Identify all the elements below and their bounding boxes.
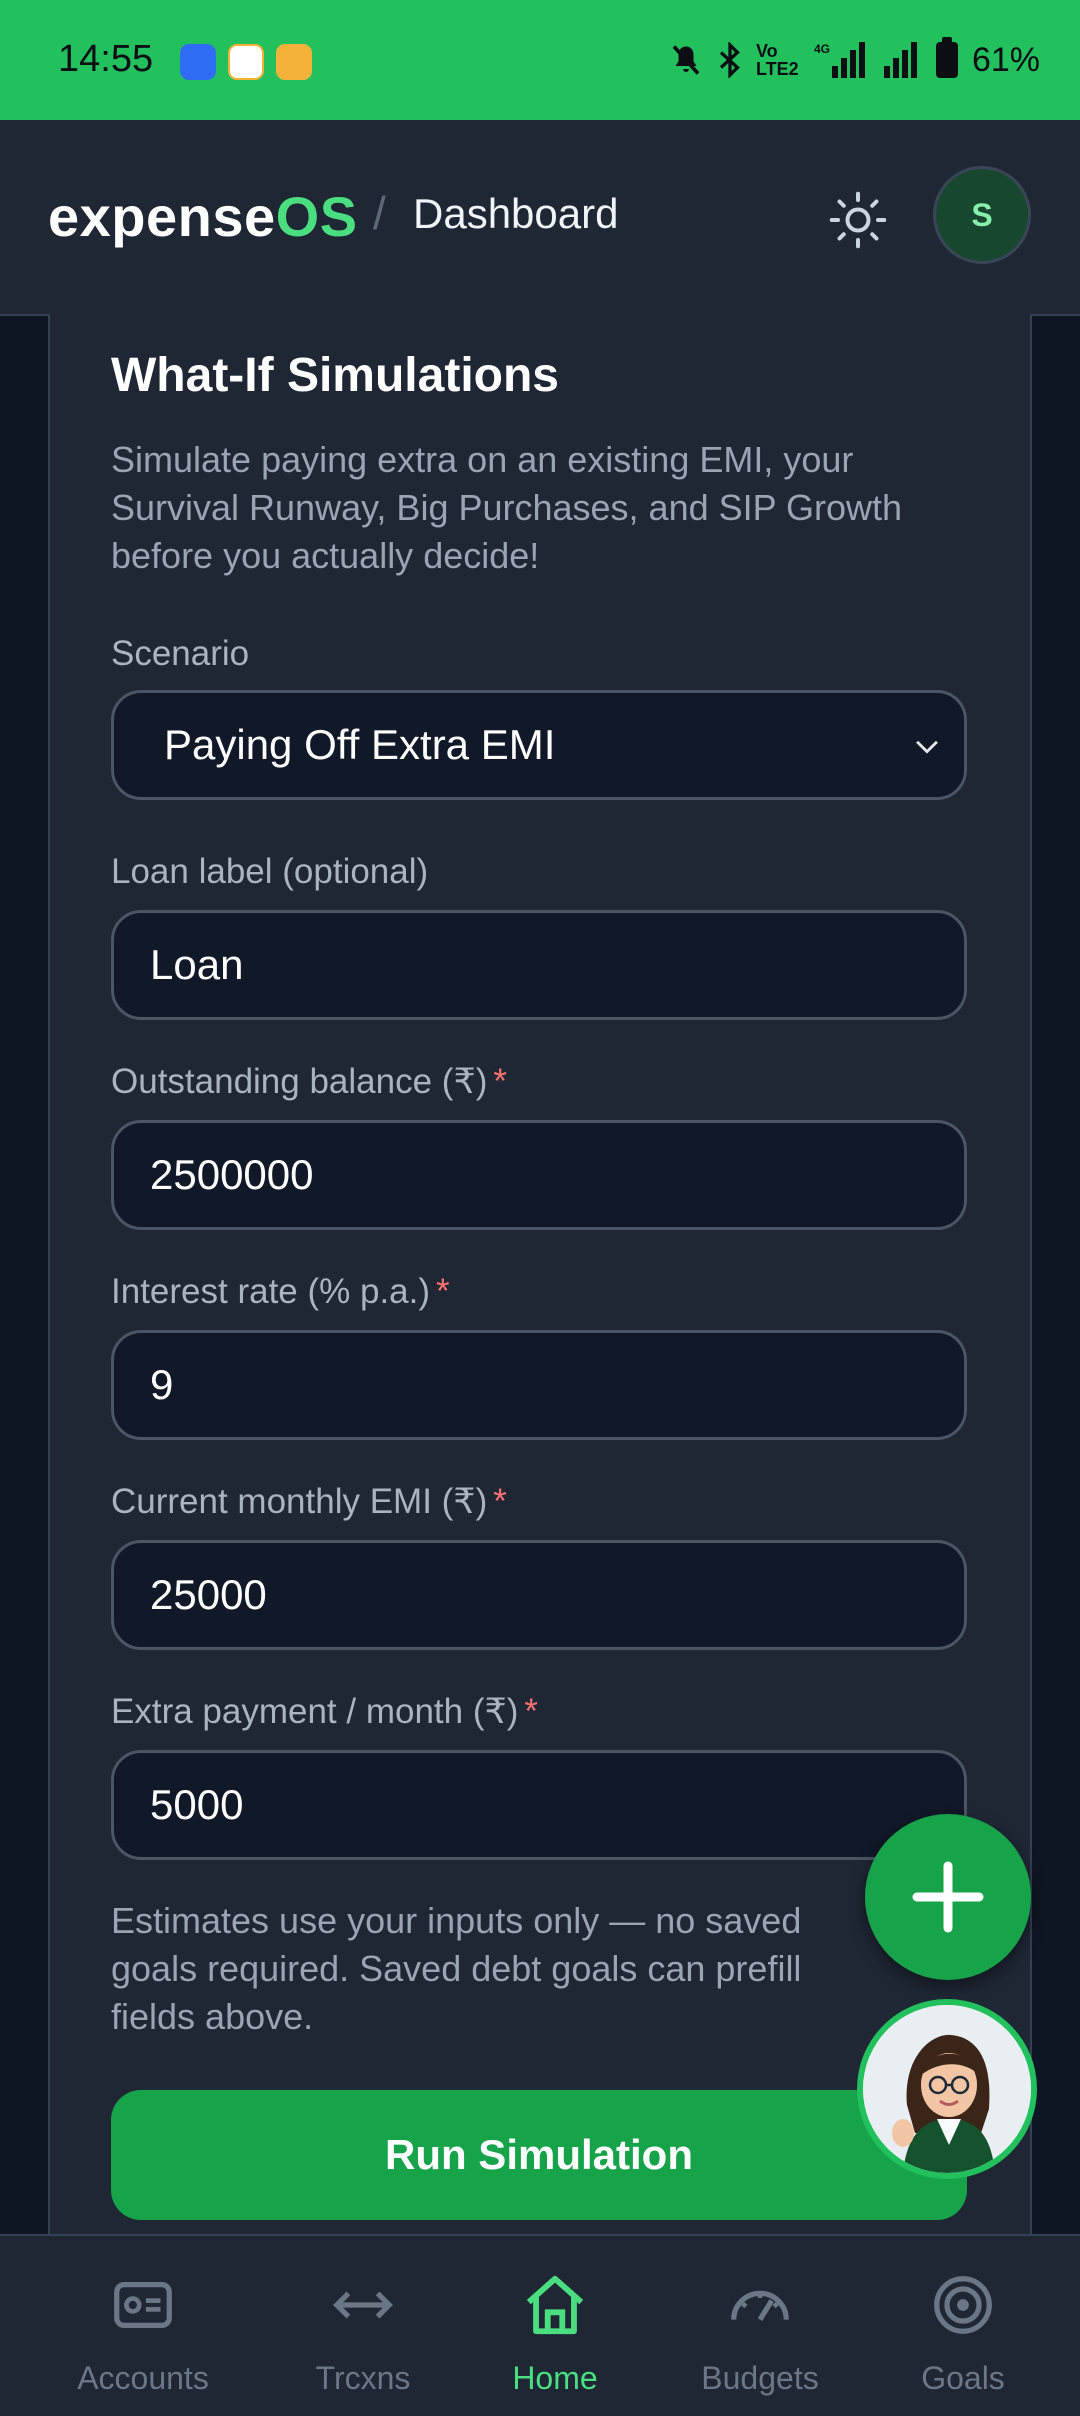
- loan-label-text: Loan label (optional): [111, 852, 429, 891]
- home-icon: [526, 2275, 584, 2335]
- rate-value: 9: [150, 1361, 174, 1408]
- nav-label: Home: [512, 2360, 598, 2396]
- battery-level: 61%: [971, 40, 1040, 79]
- balance-label-text: Outstanding balance (₹): [111, 1062, 488, 1101]
- assistant-avatar-icon: [863, 2005, 1031, 2173]
- add-button[interactable]: [865, 1814, 1031, 1980]
- scenario-label-text: Scenario: [111, 634, 250, 673]
- nav-budgets[interactable]: Budgets: [670, 2236, 850, 2416]
- app-header: expenseOS / Dashboard S: [0, 120, 1080, 316]
- balance-value: 2500000: [150, 1151, 314, 1198]
- breadcrumb-page: Dashboard: [413, 190, 619, 237]
- section-description: Simulate paying extra on an existing EMI…: [111, 439, 903, 576]
- user-avatar[interactable]: S: [933, 166, 1031, 264]
- loan-label-value: Loan: [150, 941, 244, 988]
- simulation-note: Estimates use your inputs only — no save…: [111, 1900, 802, 2037]
- nav-transactions[interactable]: Trcxns: [273, 2236, 453, 2416]
- section-title: What-If Simulations: [111, 349, 559, 402]
- gauge-icon: [731, 2290, 789, 2321]
- balance-input[interactable]: 2500000: [111, 1120, 967, 1230]
- breadcrumb-separator: /: [373, 187, 386, 239]
- nav-label: Budgets: [701, 2360, 819, 2396]
- run-simulation-button[interactable]: Run Simulation: [111, 2090, 967, 2220]
- extra-value: 5000: [150, 1781, 244, 1828]
- target-icon: [934, 2276, 992, 2334]
- bluetooth-icon: [719, 42, 740, 78]
- required-mark: *: [493, 1482, 507, 1521]
- balance-label: Outstanding balance (₹) *: [111, 1062, 507, 1102]
- signal-icon: [883, 42, 917, 78]
- scenario-label: Scenario: [111, 634, 249, 674]
- accounts-icon: [114, 2281, 172, 2329]
- mute-bell-icon: [672, 45, 700, 75]
- rate-label: Interest rate (% p.a.) *: [111, 1272, 450, 1312]
- app-notification-icon-3: [276, 44, 312, 80]
- svg-text:4G: 4G: [814, 42, 830, 56]
- emi-value: 25000: [150, 1571, 267, 1618]
- extra-label: Extra payment / month (₹) *: [111, 1692, 538, 1732]
- app-notification-icon-1: [180, 44, 216, 80]
- brand-text: expense: [48, 185, 276, 248]
- signal-4g-icon: 4G: [814, 42, 865, 78]
- nav-label: Goals: [921, 2360, 1005, 2396]
- rate-label-text: Interest rate (% p.a.): [111, 1272, 431, 1311]
- required-mark: *: [493, 1062, 507, 1101]
- chevron-down-icon: [916, 740, 938, 754]
- emi-label-text: Current monthly EMI (₹): [111, 1482, 488, 1521]
- extra-label-text: Extra payment / month (₹): [111, 1692, 519, 1731]
- volte-icon: Vo LTE2: [755, 41, 799, 79]
- scenario-select[interactable]: Paying Off Extra EMI: [111, 690, 967, 800]
- emi-label: Current monthly EMI (₹) *: [111, 1482, 507, 1522]
- brand-logo[interactable]: expenseOS: [48, 184, 358, 249]
- nav-label: Trcxns: [315, 2360, 411, 2396]
- bottom-nav: Accounts Trcxns Home Budgets Goals: [0, 2234, 1080, 2416]
- app-notification-icon-2: [228, 44, 264, 80]
- assistant-avatar-button[interactable]: [857, 1999, 1037, 2179]
- interest-rate-input[interactable]: 9: [111, 1330, 967, 1440]
- status-time: 14:55: [58, 38, 154, 80]
- nav-label: Accounts: [77, 2360, 209, 2396]
- plus-icon: [912, 1861, 984, 1933]
- sun-icon[interactable]: [828, 190, 888, 250]
- emi-input[interactable]: 25000: [111, 1540, 967, 1650]
- nav-goals[interactable]: Goals: [873, 2236, 1053, 2416]
- nav-home[interactable]: Home: [465, 2236, 645, 2416]
- loan-label: Loan label (optional): [111, 852, 428, 892]
- status-bar: 14:55 Vo LTE2 4G 61%: [0, 0, 1080, 120]
- scenario-value: Paying Off Extra EMI: [164, 721, 556, 768]
- extra-payment-input[interactable]: 5000: [111, 1750, 967, 1860]
- nav-accounts[interactable]: Accounts: [53, 2236, 233, 2416]
- loan-label-input[interactable]: Loan: [111, 910, 967, 1020]
- required-mark: *: [436, 1272, 450, 1311]
- battery-icon: [935, 37, 958, 78]
- brand-os-text: OS: [275, 185, 358, 248]
- arrows-icon: [333, 2291, 393, 2319]
- required-mark: *: [524, 1692, 539, 1731]
